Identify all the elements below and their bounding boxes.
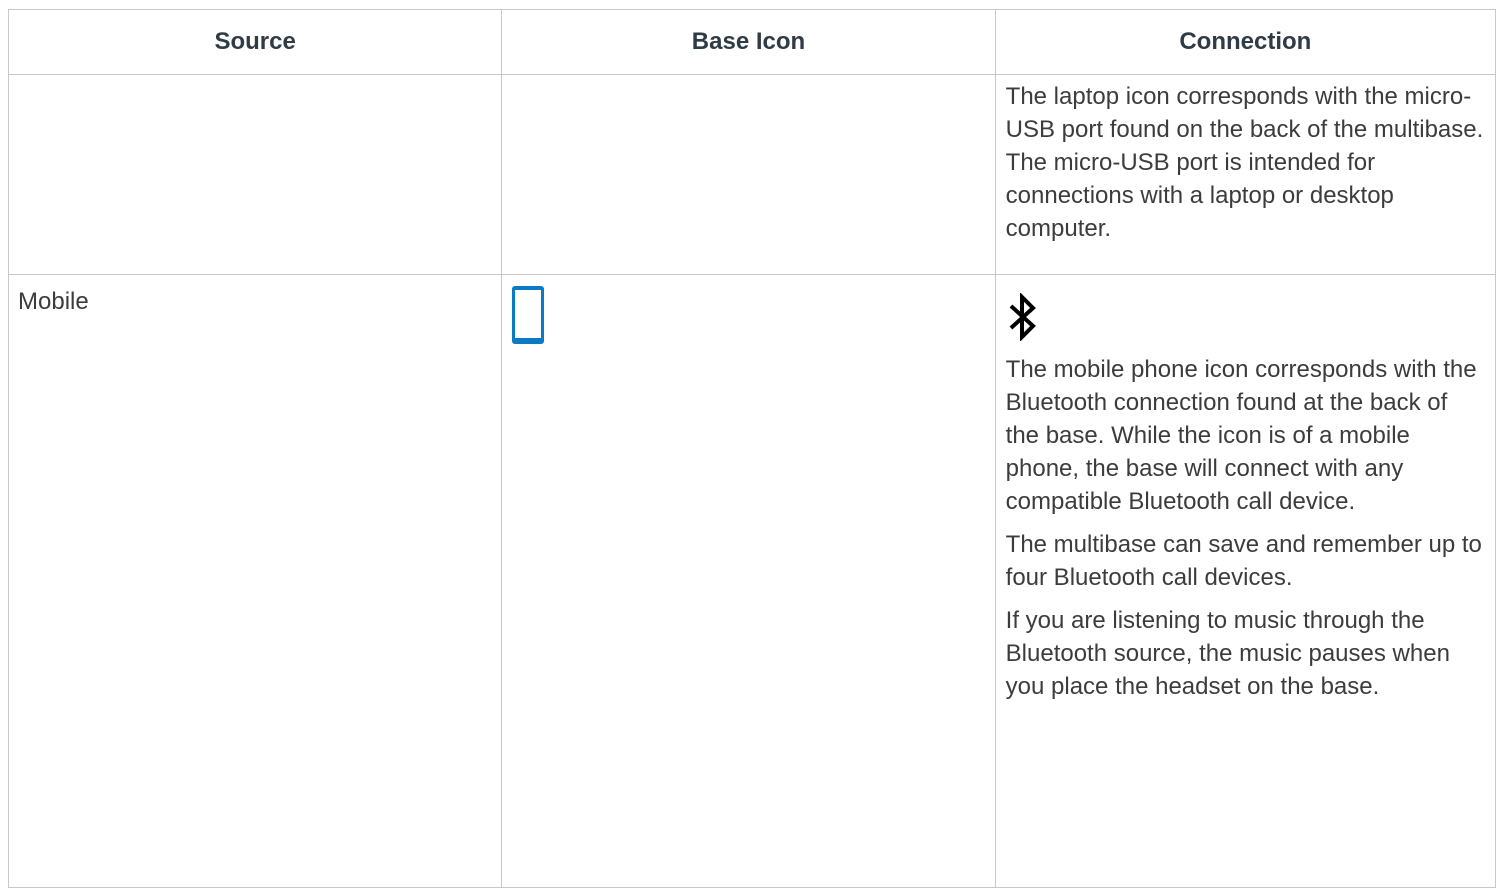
header-connection: Connection bbox=[994, 9, 1497, 75]
header-source: Source bbox=[7, 9, 503, 75]
connection-text: If you are listening to music through th… bbox=[1005, 607, 1450, 700]
table-header-row: Source Base Icon Connection bbox=[7, 9, 1497, 75]
mobile-phone-icon bbox=[512, 286, 545, 344]
connection-table: Source Base Icon Connection The laptop i… bbox=[7, 9, 1497, 888]
cell-connection-mobile: The mobile phone icon corresponds with t… bbox=[994, 274, 1497, 888]
bluetooth-icon bbox=[1009, 293, 1036, 341]
cell-icon-laptop bbox=[501, 74, 996, 275]
cell-source-mobile: Mobile bbox=[7, 274, 503, 888]
connection-text: The multibase can save and remember up t… bbox=[1005, 531, 1482, 591]
cell-icon-mobile bbox=[501, 274, 996, 888]
cell-connection-laptop: The laptop icon corresponds with the mic… bbox=[994, 74, 1497, 275]
connection-text: The mobile phone icon corresponds with t… bbox=[1005, 356, 1477, 515]
table-row-laptop: The laptop icon corresponds with the mic… bbox=[7, 74, 1497, 275]
header-base-icon: Base Icon bbox=[501, 9, 996, 75]
cell-source-laptop bbox=[7, 74, 503, 275]
connection-text: The laptop icon corresponds with the mic… bbox=[1005, 83, 1484, 242]
source-label: Mobile bbox=[18, 288, 89, 315]
table-row-mobile: Mobile The mobile phone icon corresponds… bbox=[7, 274, 1497, 888]
